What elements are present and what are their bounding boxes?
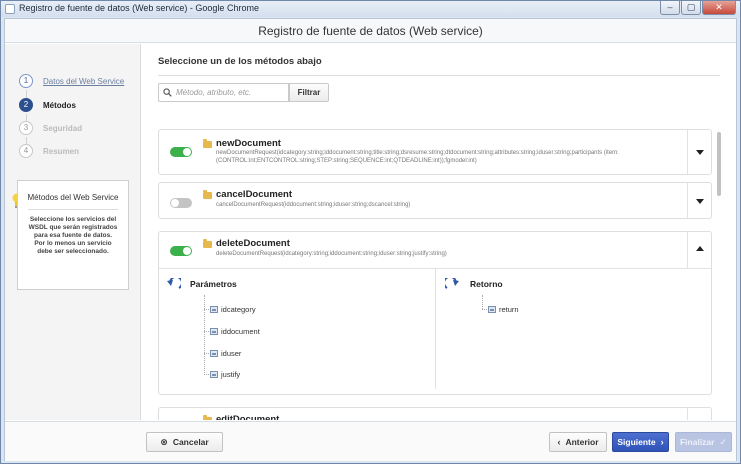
method-name: newDocument xyxy=(216,138,281,149)
folder-icon xyxy=(203,415,212,420)
info-panel: Métodos del Web Service Seleccione los s… xyxy=(17,180,129,290)
attribute-icon xyxy=(210,306,218,313)
close-window-button[interactable]: ✕ xyxy=(702,1,736,15)
data-source-dialog: Registro de fuente de datos (Web service… xyxy=(4,18,737,461)
methods-panel: Seleccione un de los métodos abajo Filtr… xyxy=(142,44,736,420)
chrome-favicon-icon xyxy=(5,4,15,14)
dialog-title: Registro de fuente de datos (Web service… xyxy=(258,24,483,38)
filter-button[interactable]: Filtrar xyxy=(289,83,329,102)
wizard-sidebar: 1 Datos del Web Service 2 Métodos 3 Segu… xyxy=(5,44,141,420)
expand-toggle[interactable] xyxy=(687,408,711,420)
search-input[interactable] xyxy=(176,86,284,99)
search-icon xyxy=(163,88,172,97)
method-details: Parámetros idcategory iddocument iduser … xyxy=(159,268,711,389)
scrollbar-thumb[interactable] xyxy=(717,132,721,196)
method-card-editdocument: editDocument xyxy=(158,407,712,420)
collapse-toggle[interactable] xyxy=(687,232,711,268)
param-item: iduser xyxy=(210,349,241,358)
dialog-footer: ⊗ Cancelar ‹ Anterior Siguiente › Finali… xyxy=(5,421,736,461)
attribute-icon xyxy=(210,371,218,378)
step-label: Datos del Web Service xyxy=(43,76,125,86)
method-card-newdocument: newDocument newDocumentRequest(idcategor… xyxy=(158,129,712,175)
chevron-down-icon xyxy=(696,150,704,155)
step-number: 2 xyxy=(19,98,33,112)
step-number: 3 xyxy=(19,121,33,135)
method-toggle[interactable] xyxy=(170,147,192,157)
check-icon: ✓ xyxy=(719,436,728,447)
next-button[interactable]: Siguiente › xyxy=(612,432,669,452)
return-title: Retorno xyxy=(470,279,503,289)
info-text: Seleccione los servicios del WSDL que se… xyxy=(28,216,118,255)
param-item: justify xyxy=(210,370,240,379)
method-card-deletedocument: deleteDocument deleteDocumentRequest(idc… xyxy=(158,231,712,395)
step-number: 4 xyxy=(19,144,33,158)
method-toggle[interactable] xyxy=(170,198,192,208)
methods-heading: Seleccione un de los métodos abajo xyxy=(158,56,322,67)
method-toggle[interactable] xyxy=(170,246,192,256)
parameters-arrow-icon xyxy=(167,278,181,289)
step-label: Resumen xyxy=(43,146,80,156)
minimize-button[interactable]: – xyxy=(660,1,680,15)
wizard-step-security: 3 Seguridad xyxy=(19,120,82,136)
attribute-icon xyxy=(488,306,496,313)
chevron-up-icon xyxy=(696,246,704,251)
step-label: Métodos xyxy=(43,100,76,110)
cancel-button[interactable]: ⊗ Cancelar xyxy=(146,432,223,452)
step-number: 1 xyxy=(19,74,33,88)
previous-button[interactable]: ‹ Anterior xyxy=(549,432,607,452)
parameters-title: Parámetros xyxy=(190,279,237,289)
finish-button: Finalizar ✓ xyxy=(675,432,732,452)
param-item: iddocument xyxy=(210,327,260,336)
window-title: Registro de fuente de datos (Web service… xyxy=(19,3,259,13)
attribute-icon xyxy=(210,350,218,357)
wizard-step-summary: 4 Resumen xyxy=(19,143,79,159)
method-name: editDocument xyxy=(216,414,280,420)
maximize-button[interactable]: ▢ xyxy=(681,1,701,15)
return-arrow-icon xyxy=(445,278,459,289)
method-signature: deleteDocumentRequest(idcategory:string;… xyxy=(216,251,447,257)
method-signature: cancelDocumentRequest(iddocument:string;… xyxy=(216,202,411,208)
chevron-left-icon: ‹ xyxy=(557,437,561,447)
param-item: idcategory xyxy=(210,305,256,314)
return-item: return xyxy=(488,305,519,314)
browser-window: Registro de fuente de datos (Web service… xyxy=(0,0,741,464)
chevron-down-icon xyxy=(696,199,704,204)
folder-icon xyxy=(203,139,212,148)
cancel-circle-icon: ⊗ xyxy=(160,436,168,447)
chevron-right-icon: › xyxy=(660,437,664,447)
dialog-header: Registro de fuente de datos (Web service… xyxy=(5,19,736,43)
search-box xyxy=(158,83,289,102)
step-label: Seguridad xyxy=(43,123,83,133)
method-signature: newDocumentRequest(idcategory:string;idd… xyxy=(216,150,619,164)
wizard-step-web-service[interactable]: 1 Datos del Web Service xyxy=(19,73,124,89)
method-name: deleteDocument xyxy=(216,238,290,249)
wizard-step-methods[interactable]: 2 Métodos xyxy=(19,97,76,113)
folder-icon xyxy=(203,239,212,248)
method-name: cancelDocument xyxy=(216,189,293,200)
info-title: Métodos del Web Service xyxy=(27,193,119,202)
expand-toggle[interactable] xyxy=(687,130,711,174)
attribute-icon xyxy=(210,328,218,335)
method-card-canceldocument: cancelDocument cancelDocumentRequest(idd… xyxy=(158,182,712,219)
folder-icon xyxy=(203,190,212,199)
browser-titlebar: Registro de fuente de datos (Web service… xyxy=(1,1,740,17)
expand-toggle[interactable] xyxy=(687,183,711,218)
